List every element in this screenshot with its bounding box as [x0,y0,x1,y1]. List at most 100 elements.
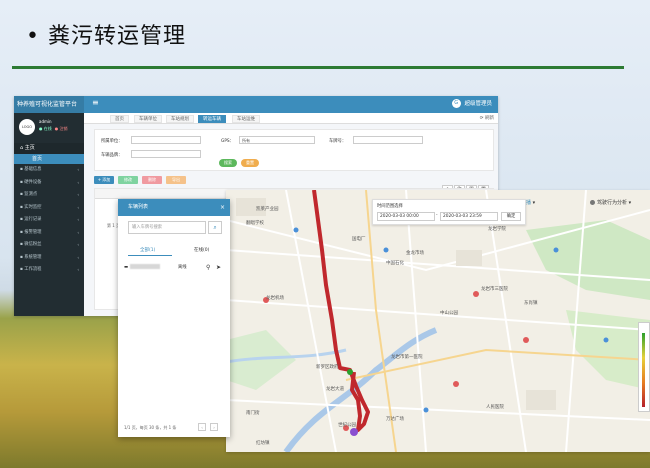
unit-select[interactable] [131,136,201,144]
chevron-left-icon: ‹ [77,204,79,210]
gps-select[interactable]: 所有 [239,136,315,144]
tab-online-vehicles[interactable]: 在线(0) [194,247,209,253]
plate-input[interactable] [353,136,423,144]
sidebar-item-4[interactable]: ▪ 运行记录 ‹ [14,214,84,227]
delete-button[interactable]: 删除 [142,176,162,184]
sidebar-item-label: 系统管理 [24,254,42,260]
legend-gradient [642,333,645,407]
menu-icon: ▪ [20,167,23,172]
sidebar-item-0[interactable]: ▪ 基础信息 ‹ [14,164,84,177]
vehicle-search-input[interactable]: 输入车牌号搜索 [128,221,206,234]
sidebar-item-label: 基础信息 [24,167,42,172]
map-place-label: 中山公园 [440,311,458,316]
sidebar-item-label: 微信粉丝 [24,242,42,247]
location-pin-icon[interactable]: ⚲ [206,262,210,274]
sidebar: LOGO admin ● 在线 ● 注销 ⌂ 主页 首页 ▪ 基础信息 ‹ ▪ 硬件设… [14,113,84,316]
chevron-left-icon: ‹ [77,179,79,185]
speed-legend [638,322,650,412]
edit-button[interactable]: 修改 [118,176,138,184]
start-time-input[interactable]: 2020-03-03 00:00 [377,212,435,221]
map-place-label: 新罗区政府 [316,365,339,370]
map-place-label: 龙岩学院 [488,227,506,232]
unit-label: 所属单位： [101,139,123,144]
refresh-label: 刷新 [485,116,494,121]
tab-station-plan[interactable]: 车站规划 [166,115,194,123]
map-place-label: 国电厂 [352,237,366,242]
map-place-label: 金龙市场 [406,251,424,256]
tab-home[interactable]: 首页 [110,115,129,123]
reset-button[interactable]: 重置 [241,159,259,167]
sidebar-item-8[interactable]: ▪ 工作流程 ‹ [14,264,84,277]
plate-label: 车牌号： [329,139,347,144]
top-user-label: 超级管理员 [464,101,492,107]
active-tab-indicator [128,255,172,256]
sidebar-item-1[interactable]: ▪ 硬件设备 ‹ [14,177,84,190]
user-status: ● 在线 ● 注销 [39,126,68,132]
sidebar-item-5[interactable]: ▪ 报警管理 ‹ [14,227,84,240]
sidebar-item-label: 运行记录 [24,217,42,222]
chevron-left-icon: ‹ [77,192,79,197]
map-place-label: 龙岩机场 [266,296,284,301]
plate-redacted [130,264,160,269]
prev-page-button[interactable]: ‹ [198,423,206,431]
sidebar-item-dashboard[interactable]: 首页 [14,154,84,164]
add-button[interactable]: + 添加 [94,176,114,184]
sidebar-item-label: 报警管理 [24,229,42,235]
brand-title: 种养殖可视化监管平台 [14,96,84,113]
page-tabs: 首页 车辆单位 车站规划 转运车辆 车站运维 ⟳ 刷新 [84,113,498,124]
tab-transport-vehicle[interactable]: 转运车辆 [198,115,226,123]
dialog-title: 车辆列表 [128,204,149,210]
menu-icon: ▪ [20,242,23,247]
search-button[interactable]: 搜索 [219,159,237,167]
sidebar-item-3[interactable]: ▪ 实时监控 ‹ [14,202,84,215]
next-page-button[interactable]: › [210,423,218,431]
brand-label: 车辆品牌： [101,153,123,158]
sidebar-item-2[interactable]: ▪ 监测点 ‹ [14,189,84,202]
sidebar-item-6[interactable]: ▪ 微信粉丝 ‹ [14,239,84,252]
sidebar-item-7[interactable]: ▪ 系统管理 ‹ [14,252,84,265]
map-place-label: 龙岩大道 [326,387,344,392]
tab-vehicle-unit[interactable]: 车辆单位 [134,115,162,123]
chevron-left-icon: ‹ [77,217,79,222]
confirm-button[interactable]: 确定 [501,212,521,221]
slide-title: • 粪污转运管理 [26,24,186,49]
brand-input[interactable] [131,150,201,158]
table-tools: ⌕⟳▥▦ [442,175,490,194]
menu-icon: ▪ [20,217,23,222]
map-place-label: 万达广场 [386,417,404,422]
online-status: ● 在线 [39,126,52,131]
vehicle-status: 离线 [178,265,187,270]
search-icon[interactable]: ⌕ [208,221,222,234]
navigate-icon[interactable]: ➤ [216,262,221,274]
user-name: admin [39,119,52,124]
sidebar-item-label: 主页 [24,145,35,151]
time-range-label: 时间范围选择 [377,204,403,209]
tab-refresh-button[interactable]: ⟳ 刷新 [480,115,494,123]
vehicle-list-dialog: 车辆列表 × 输入车牌号搜索 ⌕ 全部(1) 在线(0) ▬ 离线 ⚲ ➤ 1/… [118,199,230,437]
sidebar-item-home[interactable]: ⌂ 主页 [14,143,84,154]
top-user-menu[interactable]: G 超级管理员 [451,99,492,110]
menu-toggle-icon[interactable]: ≡ [92,98,99,107]
map-place-label: 南门街 [246,411,260,416]
tab-station-ops[interactable]: 车站运维 [232,115,260,123]
menu-icon: ▪ [20,229,23,235]
pagination-text: 1/1 页，每页 30 条，共 1 条 [124,425,177,430]
driving-analysis-button[interactable]: 驾驶行为分析 ▾ [590,199,631,206]
top-bar: 种养殖可视化监管平台 ≡ G 超级管理员 [14,96,498,113]
list-item[interactable]: ▬ 离线 ⚲ ➤ [120,262,228,274]
chevron-left-icon: ‹ [77,242,79,247]
end-time-input[interactable]: 2020-03-03 23:59 [440,212,498,221]
map-view[interactable]: 凯莱产业园 翻唱学校 国电厂 龙岩机场 金龙市场 龙岩学院 中国石化 龙岩市三医院 中山公园 龙岩… [226,190,650,452]
chevron-left-icon: ‹ [77,167,79,172]
export-button[interactable]: 导出 [166,176,186,184]
menu-icon: ▪ [20,179,23,185]
close-icon[interactable]: × [220,199,225,216]
map-place-label: 红坊镇 [256,441,270,446]
chevron-left-icon: ‹ [77,267,79,272]
chevron-left-icon: ‹ [77,254,79,260]
logout-link[interactable]: ● 注销 [55,126,68,131]
tab-all-vehicles[interactable]: 全部(1) [140,247,155,253]
truck-icon: ▬ [124,265,129,270]
map-place-label: 龙岩市第一医院 [391,355,423,360]
map-place-label: 东肖镇 [524,301,538,306]
